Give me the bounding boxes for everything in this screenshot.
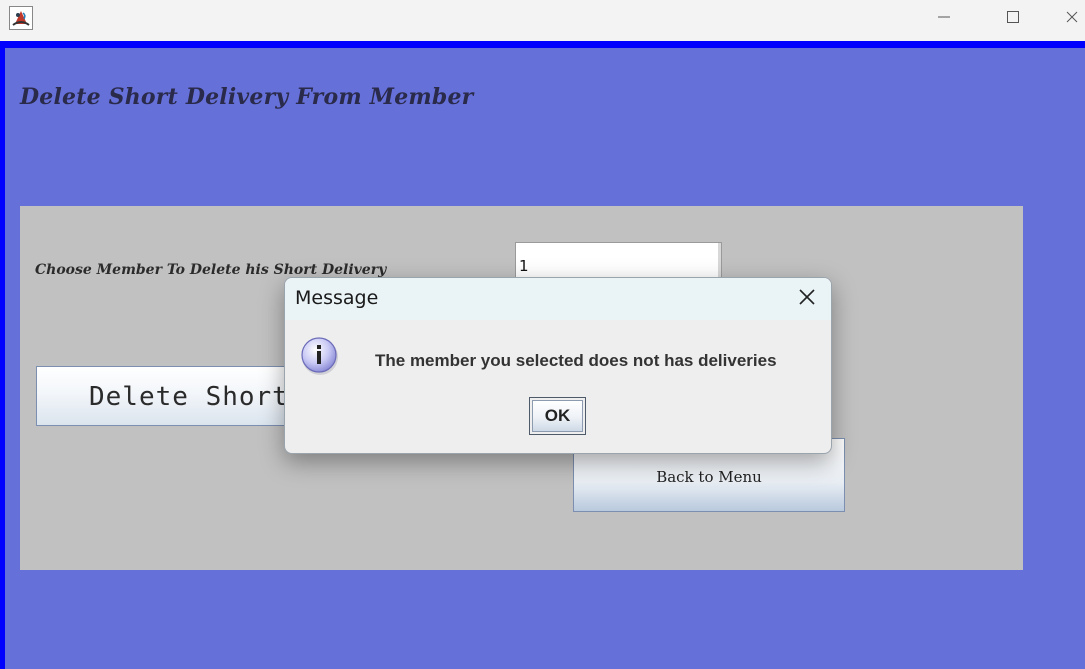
info-icon <box>300 336 340 376</box>
dialog-title: Message <box>295 287 379 309</box>
minimize-button[interactable] <box>926 6 962 32</box>
dialog-message: The member you selected does not has del… <box>375 351 777 370</box>
maximize-button[interactable] <box>995 6 1031 32</box>
close-icon <box>797 287 817 311</box>
maximize-icon <box>1005 9 1021 29</box>
delete-short-delivery-button[interactable]: Delete Short <box>36 366 316 426</box>
choose-member-label: Choose Member To Delete his Short Delive… <box>35 262 387 278</box>
member-select-arrow[interactable] <box>718 243 721 277</box>
ok-button[interactable]: OK <box>529 397 586 435</box>
member-select[interactable]: 1 <box>515 242 722 278</box>
close-button[interactable] <box>1064 6 1085 32</box>
minimize-icon <box>936 9 952 29</box>
window-titlebar <box>0 0 1085 41</box>
message-dialog: Message The member you selected does not… <box>284 277 832 454</box>
ok-button-label: OK <box>532 400 583 432</box>
page-title: Delete Short Delivery From Member <box>20 84 474 110</box>
dialog-close-button[interactable] <box>793 285 821 313</box>
member-select-value: 1 <box>519 257 529 275</box>
dialog-titlebar: Message <box>285 278 831 320</box>
close-icon <box>1064 9 1080 29</box>
java-app-icon <box>9 6 33 30</box>
